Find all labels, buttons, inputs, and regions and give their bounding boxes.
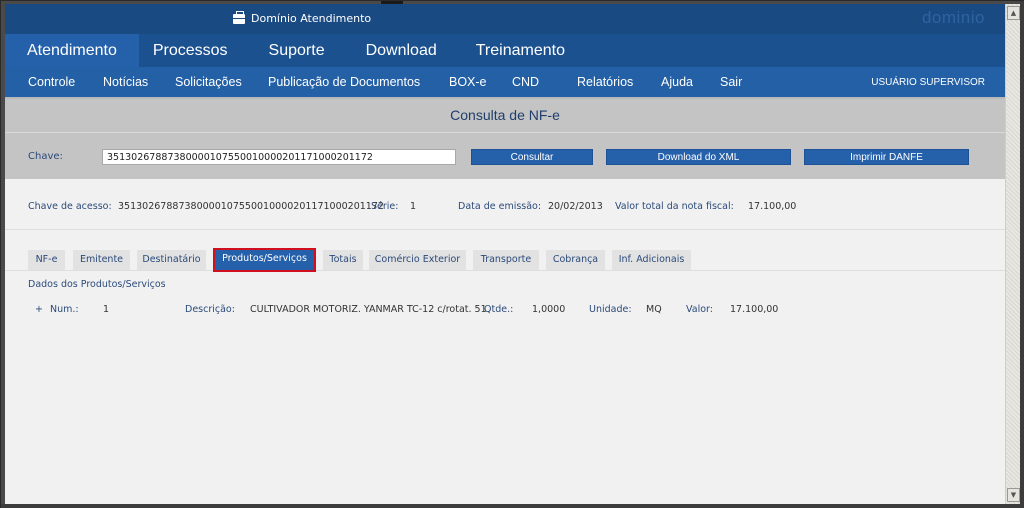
- tab-inf-adicionais[interactable]: Inf. Adicionais: [612, 250, 691, 270]
- chave-input[interactable]: [102, 149, 456, 165]
- consulta-divider: [5, 132, 1005, 133]
- tab-comercio-exterior[interactable]: Comércio Exterior: [369, 250, 466, 270]
- sub-nav-relatorios[interactable]: Relatórios: [577, 75, 633, 89]
- serie-value: 1: [410, 201, 417, 212]
- tab-emitente[interactable]: Emitente: [73, 250, 130, 270]
- sub-nav: Controle Notícias Solicitações Publicaçã…: [5, 67, 1005, 97]
- tab-cobranca[interactable]: Cobrança: [546, 250, 605, 270]
- scroll-down-icon[interactable]: ▼: [1007, 488, 1020, 502]
- tab-nfe[interactable]: NF-e: [28, 250, 65, 270]
- window-bottom-border: [1, 504, 1024, 508]
- consultar-button[interactable]: Consultar: [471, 149, 593, 165]
- num-value: 1: [103, 304, 110, 315]
- valor-label: Valor:: [686, 304, 713, 315]
- brand-title: Domínio Atendimento: [233, 10, 372, 25]
- expand-icon[interactable]: +: [35, 304, 43, 315]
- scroll-up-icon[interactable]: ▲: [1007, 6, 1020, 20]
- chave-label: Chave:: [28, 151, 63, 162]
- tab-bar: NF-e Emitente Destinatário Produtos/Serv…: [5, 247, 1005, 272]
- page-viewport: Domínio Atendimento dominio Atendimento …: [5, 4, 1005, 504]
- valor-total-label: Valor total da nota fiscal:: [615, 201, 734, 212]
- user-label[interactable]: USUÁRIO SUPERVISOR: [871, 77, 985, 88]
- consulta-panel: Consulta de NF-e Chave:: [5, 99, 1005, 179]
- window-right-border: [1020, 1, 1024, 508]
- qtde-label: Qtde.:: [484, 304, 514, 315]
- vertical-scrollbar[interactable]: ▲ ▼: [1005, 4, 1020, 504]
- sub-nav-publicacao-documentos[interactable]: Publicação de Documentos: [268, 75, 420, 89]
- sub-nav-ajuda[interactable]: Ajuda: [661, 75, 693, 89]
- brand-bar: Domínio Atendimento dominio: [5, 4, 1005, 34]
- main-nav-treinamento[interactable]: Treinamento: [464, 34, 577, 67]
- imprimir-danfe-button[interactable]: Imprimir DANFE: [804, 149, 969, 165]
- brand-title-text: Domínio Atendimento: [251, 12, 372, 25]
- tab-transporte[interactable]: Transporte: [473, 250, 539, 270]
- sub-nav-noticias[interactable]: Notícias: [103, 75, 148, 89]
- sub-nav-sair[interactable]: Sair: [720, 75, 742, 89]
- sub-nav-cnd[interactable]: CND: [512, 75, 539, 89]
- tab-produtos-servicos[interactable]: Produtos/Serviços: [213, 248, 316, 272]
- data-emissao-label: Data de emissão:: [458, 201, 542, 212]
- tab-destinatario[interactable]: Destinatário: [137, 250, 206, 270]
- tab-totais[interactable]: Totais: [323, 250, 363, 270]
- num-label: Num.:: [50, 304, 79, 315]
- serie-label: Série:: [371, 201, 399, 212]
- briefcase-icon: [233, 10, 245, 24]
- unidade-label: Unidade:: [589, 304, 632, 315]
- main-nav: Atendimento Processos Suporte Download T…: [5, 34, 1005, 67]
- qtde-value: 1,0000: [532, 304, 566, 315]
- valor-total-value: 17.100,00: [748, 201, 797, 212]
- unidade-value: MQ: [646, 304, 662, 315]
- chave-acesso-label: Chave de acesso:: [28, 201, 112, 212]
- nfe-summary-row: Chave de acesso: 35130267887380000107550…: [5, 182, 1005, 230]
- main-nav-download[interactable]: Download: [354, 34, 449, 67]
- dominio-logo[interactable]: dominio: [922, 8, 985, 28]
- product-row: + Num.: 1 Descrição: CULTIVADOR MOTORIZ.…: [5, 304, 1005, 320]
- sub-nav-controle[interactable]: Controle: [28, 75, 75, 89]
- page-title: Consulta de NF-e: [450, 107, 560, 123]
- main-nav-atendimento[interactable]: Atendimento: [5, 34, 139, 67]
- section-title: Dados dos Produtos/Serviços: [28, 279, 166, 290]
- main-nav-suporte[interactable]: Suporte: [257, 34, 337, 67]
- descricao-value: CULTIVADOR MOTORIZ. YANMAR TC-12 c/rotat…: [250, 304, 487, 315]
- sub-nav-box-e[interactable]: BOX-e: [449, 75, 487, 89]
- chave-acesso-value: 3513026788738000010755001000020117100020…: [118, 201, 384, 212]
- valor-value: 17.100,00: [730, 304, 779, 315]
- sub-nav-solicitacoes[interactable]: Solicitações: [175, 75, 242, 89]
- browser-window: Domínio Atendimento dominio Atendimento …: [0, 0, 1024, 508]
- download-xml-button[interactable]: Download do XML: [606, 149, 791, 165]
- data-emissao-value: 20/02/2013: [548, 201, 603, 212]
- main-nav-processos[interactable]: Processos: [141, 34, 240, 67]
- descricao-label: Descrição:: [185, 304, 235, 315]
